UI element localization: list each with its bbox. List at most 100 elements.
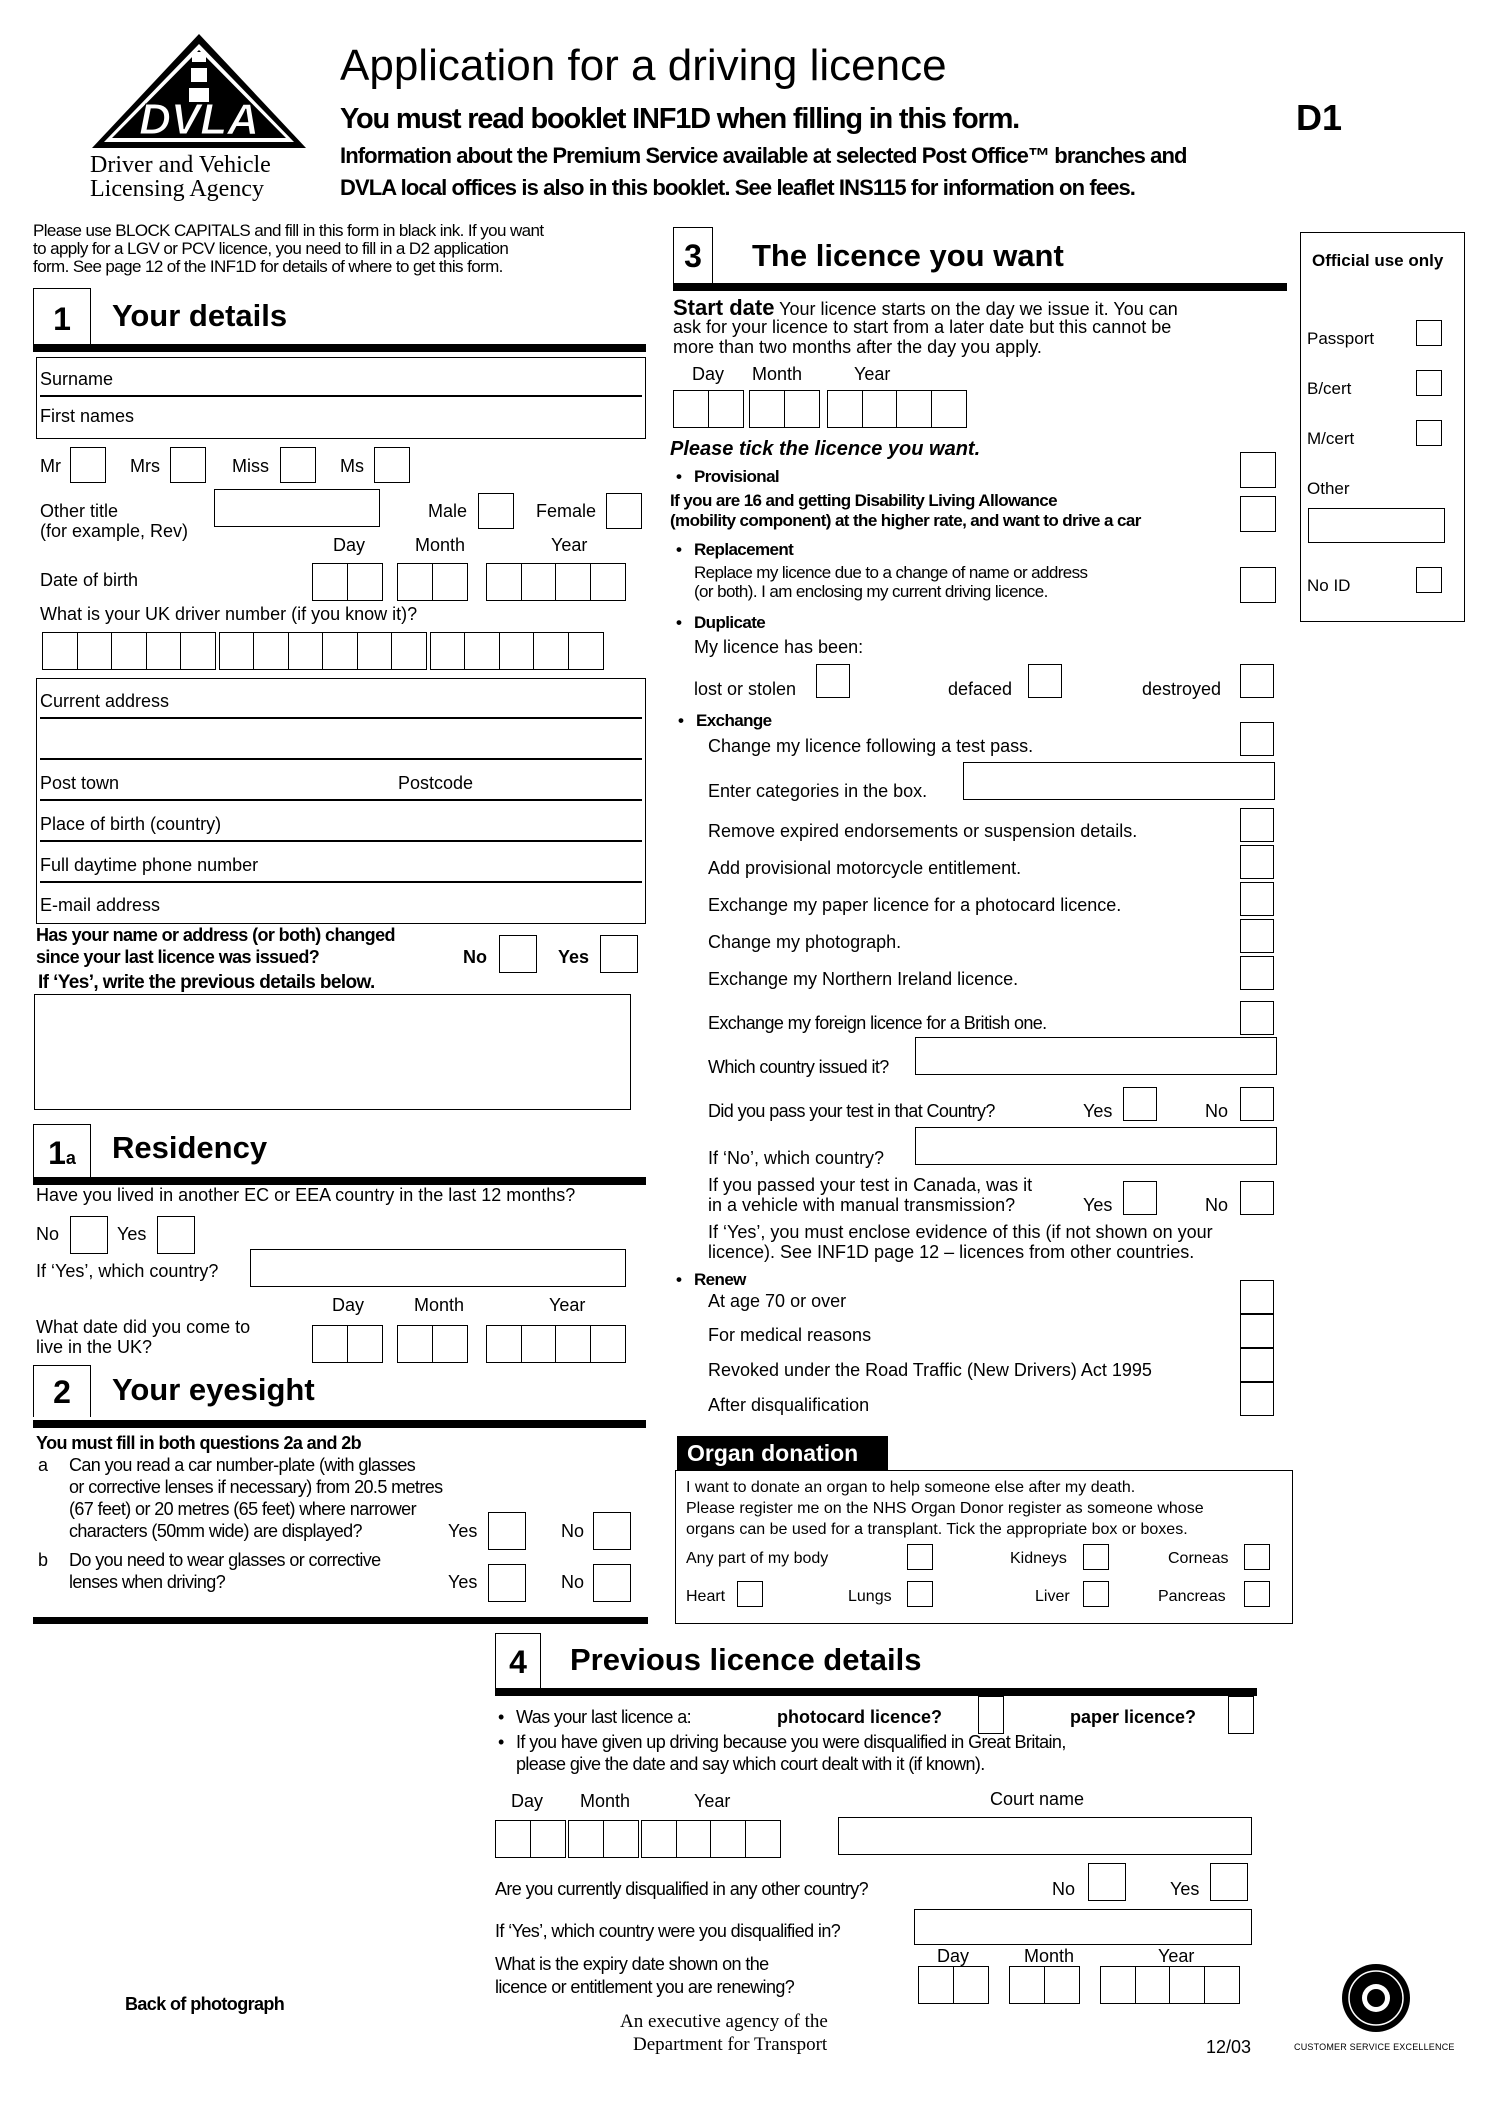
passed-test-no-checkbox[interactable] [1240,1087,1274,1121]
driver-number-cell[interactable] [42,632,78,670]
change-photograph-checkbox[interactable] [1240,919,1274,953]
official-passport-checkbox[interactable] [1416,320,1442,346]
surname-input[interactable] [140,360,640,396]
organ-any-part-checkbox[interactable] [907,1544,933,1570]
dob-year-cell[interactable] [486,563,522,601]
destroyed-checkbox[interactable] [1240,664,1274,698]
expiry-date-input[interactable] [918,1966,1248,2004]
disq-year-cell[interactable] [675,1820,712,1858]
uk-date-year-cell[interactable] [520,1325,557,1363]
driver-number-cell[interactable] [429,632,466,670]
driver-number-cell[interactable] [218,632,255,670]
disq-month-cell[interactable] [602,1820,639,1858]
title-ms-checkbox[interactable] [374,447,410,483]
name-changed-yes-checkbox[interactable] [600,935,638,973]
start-year-cell[interactable] [930,390,967,428]
lived-abroad-yes-checkbox[interactable] [157,1216,195,1254]
expiry-month-cell[interactable] [1043,1966,1080,2004]
renew-medical-checkbox[interactable] [1240,1314,1274,1348]
driver-number-cell[interactable] [533,632,569,670]
if-no-country-input[interactable] [915,1127,1277,1165]
add-motorcycle-checkbox[interactable] [1240,845,1274,879]
phone-input[interactable] [290,844,640,880]
male-checkbox[interactable] [478,493,514,529]
disq-year-cell[interactable] [710,1820,746,1858]
driver-number-cell[interactable] [287,632,324,670]
renew-age-70-checkbox[interactable] [1240,1280,1274,1314]
northern-ireland-checkbox[interactable] [1240,956,1274,990]
expiry-year-cell[interactable] [1203,1966,1240,2004]
eyesight-qb-no-checkbox[interactable] [593,1564,631,1602]
eyesight-qa-yes-checkbox[interactable] [488,1512,526,1550]
dla-checkbox[interactable] [1240,496,1276,532]
place-of-birth-input[interactable] [250,803,640,839]
canada-no-checkbox[interactable] [1240,1181,1274,1215]
other-country-yes-checkbox[interactable] [1210,1863,1248,1901]
dob-year-cell[interactable] [589,563,626,601]
title-mr-checkbox[interactable] [70,447,106,483]
organ-corneas-checkbox[interactable] [1244,1544,1270,1570]
uk-date-day-cell[interactable] [312,1325,348,1363]
official-bcert-checkbox[interactable] [1416,370,1442,396]
driver-number-cell[interactable] [464,632,500,670]
eyesight-qb-yes-checkbox[interactable] [488,1564,526,1602]
disq-month-cell[interactable] [568,1820,604,1858]
organ-lungs-checkbox[interactable] [907,1581,933,1607]
expiry-year-cell[interactable] [1134,1966,1171,2004]
replacement-checkbox[interactable] [1240,567,1276,603]
post-town-input[interactable] [130,762,390,798]
start-month-cell[interactable] [783,390,820,428]
organ-liver-checkbox[interactable] [1083,1581,1109,1607]
expiry-year-cell[interactable] [1100,1966,1136,2004]
female-checkbox[interactable] [606,493,642,529]
disq-year-cell[interactable] [641,1820,677,1858]
first-names-input[interactable] [160,400,640,436]
expiry-day-cell[interactable] [918,1966,954,2004]
current-address-input[interactable] [190,682,640,757]
uk-date-month-cell[interactable] [397,1325,433,1363]
lost-checkbox[interactable] [816,664,850,698]
title-mrs-checkbox[interactable] [170,447,206,483]
official-no-id-checkbox[interactable] [1416,567,1442,593]
disq-day-cell[interactable] [529,1820,566,1858]
dob-month-cell[interactable] [431,563,468,601]
driver-number-cell[interactable] [391,632,427,670]
uk-date-year-cell[interactable] [555,1325,591,1363]
expiry-day-cell[interactable] [952,1966,989,2004]
other-country-no-checkbox[interactable] [1088,1863,1126,1901]
remove-endorsements-checkbox[interactable] [1240,808,1274,842]
name-changed-no-checkbox[interactable] [499,935,537,973]
foreign-licence-checkbox[interactable] [1240,1001,1274,1035]
dob-input[interactable] [312,563,634,601]
official-other-input[interactable] [1308,508,1445,543]
renew-disqualification-checkbox[interactable] [1240,1382,1274,1416]
email-input[interactable] [180,885,640,921]
passed-test-yes-checkbox[interactable] [1123,1087,1157,1121]
driver-number-cell[interactable] [145,632,182,670]
start-year-cell[interactable] [896,390,932,428]
uk-date-month-cell[interactable] [431,1325,468,1363]
driver-number-cell[interactable] [322,632,358,670]
driver-number-input[interactable] [42,632,612,670]
defaced-checkbox[interactable] [1028,664,1062,698]
start-month-cell[interactable] [749,390,785,428]
which-country-input[interactable] [250,1249,626,1287]
start-day-cell[interactable] [707,390,744,428]
disq-year-cell[interactable] [744,1820,781,1858]
categories-input[interactable] [963,762,1275,800]
start-date-input[interactable] [673,390,975,428]
uk-date-year-cell[interactable] [486,1325,522,1363]
paper-to-photocard-checkbox[interactable] [1240,882,1274,916]
driver-number-cell[interactable] [567,632,604,670]
dob-month-cell[interactable] [397,563,433,601]
lived-abroad-no-checkbox[interactable] [70,1216,108,1254]
driver-number-cell[interactable] [76,632,113,670]
provisional-checkbox[interactable] [1240,452,1276,488]
exchange-test-pass-checkbox[interactable] [1240,722,1274,756]
court-name-input[interactable] [838,1817,1252,1855]
issuing-country-input[interactable] [915,1037,1277,1075]
driver-number-cell[interactable] [253,632,289,670]
official-mcert-checkbox[interactable] [1416,420,1442,446]
disq-day-cell[interactable] [495,1820,531,1858]
expiry-month-cell[interactable] [1009,1966,1045,2004]
